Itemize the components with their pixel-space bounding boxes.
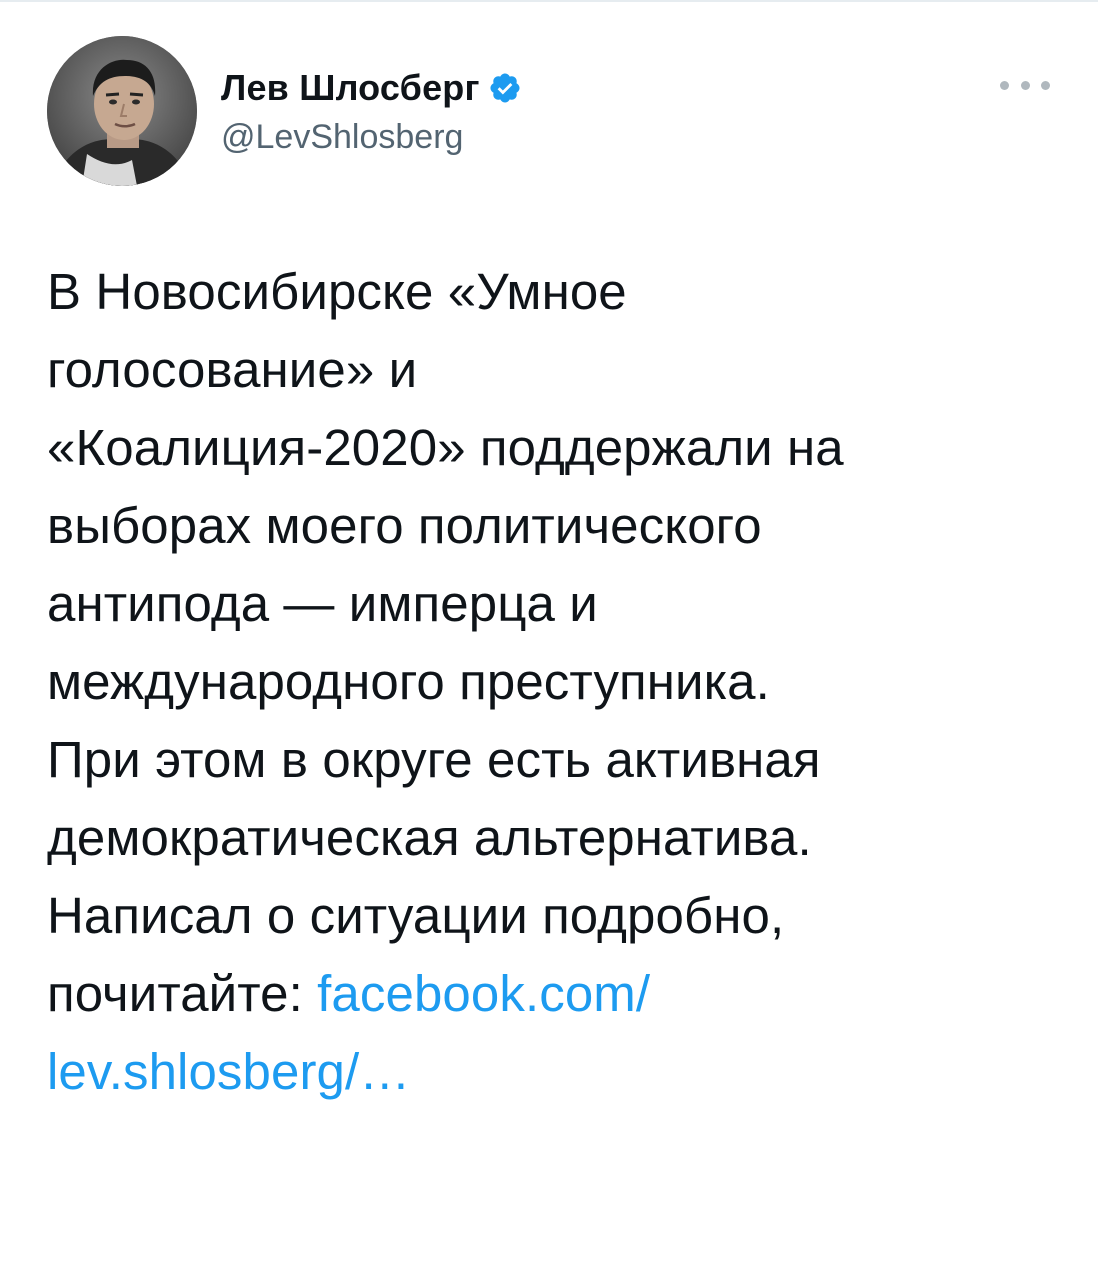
tweet-text-line: антипода — имперца и [47,575,598,632]
author-display-name[interactable]: Лев Шлосберг [221,67,480,109]
tweet-card: Лев Шлосберг @LevShlosberg В Новосибирск… [0,0,1098,1280]
tweet-text-line: В Новосибирске «Умное [47,263,627,320]
tweet-text-line: При этом в округе есть активная [47,731,821,788]
tweet-text-line: демократическая альтернатива. [47,809,812,866]
tweet-text-line: международного преступника. [47,653,770,710]
more-dot [1020,80,1030,90]
tweet-text-line: голосование» и [47,341,418,398]
tweet-text: В Новосибирске «Умное голосование» и «Ко… [47,253,1067,1111]
more-dot [1041,80,1050,90]
tweet-text-line: выборах моего политического [47,497,762,554]
tweet-text-prefix: почитайте: [47,965,318,1022]
tweet-link-continuation: lev.shlosberg/… [47,1033,1067,1111]
verified-badge-icon [488,71,522,105]
author-handle[interactable]: @LevShlosberg [221,118,463,157]
tweet-text-line: Написал о ситуации подробно, [47,887,785,944]
author-avatar[interactable] [47,36,197,186]
tweet-text-line: «Коалиция-2020» поддержали на [47,419,844,476]
avatar-photo [47,36,197,186]
more-dot [1000,80,1009,90]
more-options-icon[interactable] [1000,70,1050,100]
author-name-row: Лев Шлосберг [221,66,522,110]
tweet-text-line-with-link: почитайте: facebook.com/ [47,955,1067,1033]
facebook-link-continuation[interactable]: lev.shlosberg/… [47,1043,410,1100]
facebook-link[interactable]: facebook.com/ [317,965,650,1022]
